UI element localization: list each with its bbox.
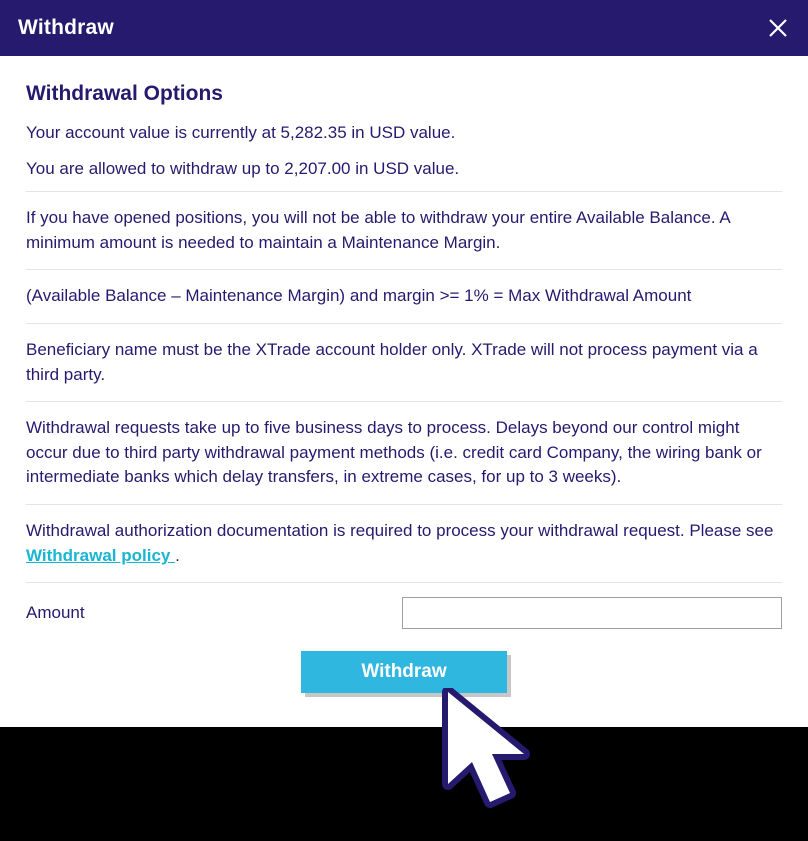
account-value-line: Your account value is currently at 5,282… (26, 120, 782, 146)
withdraw-modal: Withdraw Withdrawal Options Your account… (0, 0, 808, 727)
allowed-withdraw-line: You are allowed to withdraw up to 2,207.… (26, 156, 782, 182)
modal-body: Withdrawal Options Your account value is… (0, 56, 808, 727)
formula-paragraph: (Available Balance – Maintenance Margin)… (26, 269, 782, 323)
section-title: Withdrawal Options (26, 82, 782, 106)
amount-label: Amount (26, 603, 85, 623)
amount-input[interactable] (402, 597, 782, 629)
authorization-text-pre: Withdrawal authorization documentation i… (26, 521, 773, 540)
authorization-text-post: . (175, 546, 180, 565)
amount-row: Amount (26, 582, 782, 629)
withdraw-button[interactable]: Withdraw (301, 651, 506, 693)
authorization-paragraph: Withdrawal authorization documentation i… (26, 504, 782, 582)
beneficiary-paragraph: Beneficiary name must be the XTrade acco… (26, 323, 782, 401)
modal-header: Withdraw (0, 0, 808, 56)
modal-title: Withdraw (18, 16, 114, 40)
positions-paragraph: If you have opened positions, you will n… (26, 191, 782, 269)
processing-paragraph: Withdrawal requests take up to five busi… (26, 401, 782, 504)
withdrawal-policy-link[interactable]: Withdrawal policy (26, 546, 175, 565)
close-icon[interactable] (766, 16, 790, 40)
button-row: Withdraw (26, 651, 782, 693)
